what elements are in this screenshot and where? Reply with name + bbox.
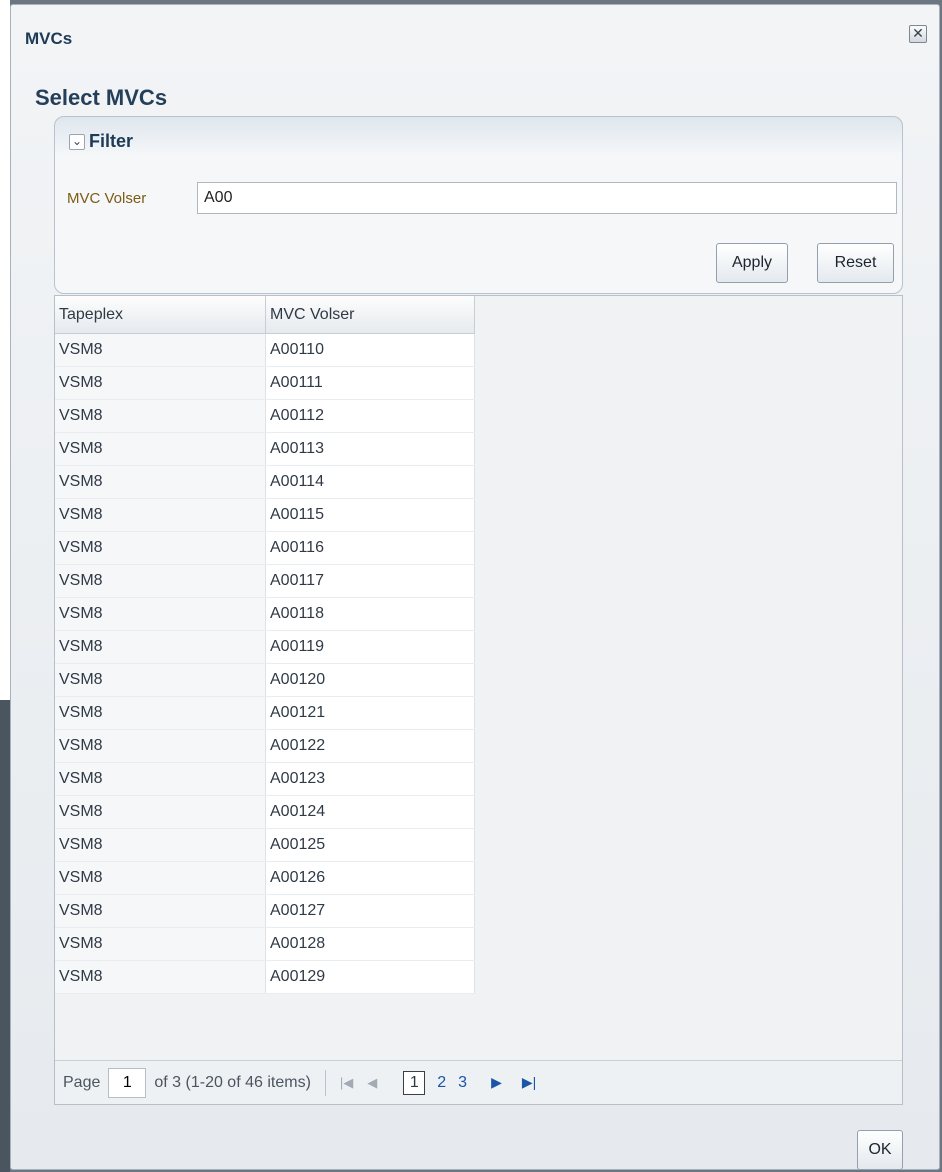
apply-button[interactable]: Apply <box>716 243 788 283</box>
table-row[interactable]: VSM8 A00121 <box>55 696 475 730</box>
table-row[interactable]: VSM8 A00111 <box>55 366 475 400</box>
cell-mvc-volser: A00113 <box>265 432 475 466</box>
background-edge <box>0 0 10 1172</box>
results-table-panel: Tapeplex MVC Volser VSM8 A00110 VSM8 A00111… <box>54 295 903 1105</box>
column-header-tapeplex[interactable]: Tapeplex <box>55 296 266 334</box>
cell-tapeplex: VSM8 <box>55 696 266 730</box>
table-row[interactable]: VSM8 A00126 <box>55 861 475 895</box>
cell-mvc-volser: A00124 <box>265 795 475 829</box>
cell-tapeplex: VSM8 <box>55 498 266 532</box>
table-row[interactable]: VSM8 A00110 <box>55 333 475 367</box>
table-row[interactable]: VSM8 A00117 <box>55 564 475 598</box>
page-number-input[interactable] <box>108 1067 147 1098</box>
cell-mvc-volser: A00122 <box>265 729 475 763</box>
table-header-row: Tapeplex MVC Volser <box>55 296 475 334</box>
cell-mvc-volser: A00117 <box>265 564 475 598</box>
table-row[interactable]: VSM8 A00118 <box>55 597 475 631</box>
cell-mvc-volser: A00123 <box>265 762 475 796</box>
dialog-title-bar[interactable]: MVCs ✕ <box>11 5 939 65</box>
table-row[interactable]: VSM8 A00120 <box>55 663 475 697</box>
cell-tapeplex: VSM8 <box>55 531 266 565</box>
first-page-icon[interactable]: |◀ <box>340 1075 353 1091</box>
cell-tapeplex: VSM8 <box>55 432 266 466</box>
page-title: Select MVCs <box>35 85 168 110</box>
cell-tapeplex: VSM8 <box>55 630 266 664</box>
column-header-mvc-volser[interactable]: MVC Volser <box>265 296 475 334</box>
cell-tapeplex: VSM8 <box>55 597 266 631</box>
cell-tapeplex: VSM8 <box>55 729 266 763</box>
cell-mvc-volser: A00120 <box>265 663 475 697</box>
cell-mvc-volser: A00121 <box>265 696 475 730</box>
cell-mvc-volser: A00114 <box>265 465 475 499</box>
page-summary: of 3 (1-20 of 46 items) <box>154 1073 311 1091</box>
table-row[interactable]: VSM8 A00124 <box>55 795 475 829</box>
table-row[interactable]: VSM8 A00119 <box>55 630 475 664</box>
filter-toggle[interactable]: ⌄ Filter <box>69 131 133 152</box>
page-label: Page <box>63 1073 101 1091</box>
previous-page-icon[interactable]: ◀ <box>367 1075 377 1091</box>
cell-mvc-volser: A00128 <box>265 927 475 961</box>
page-link-3[interactable]: 3 <box>458 1074 467 1092</box>
cell-tapeplex: VSM8 <box>55 465 266 499</box>
mvc-volser-input[interactable] <box>197 182 897 214</box>
cell-mvc-volser: A00116 <box>265 531 475 565</box>
close-icon[interactable]: ✕ <box>909 25 927 43</box>
table-row[interactable]: VSM8 A00122 <box>55 729 475 763</box>
cell-tapeplex: VSM8 <box>55 894 266 928</box>
pagination-bar: Page of 3 (1-20 of 46 items) |◀ ◀ 1 2 3 … <box>55 1060 902 1104</box>
cell-tapeplex: VSM8 <box>55 333 266 367</box>
cell-mvc-volser: A00115 <box>265 498 475 532</box>
cell-tapeplex: VSM8 <box>55 927 266 961</box>
pager-divider <box>324 1069 326 1096</box>
mvc-volser-label: MVC Volser <box>67 190 147 207</box>
page-link-current[interactable]: 1 <box>403 1070 426 1095</box>
cell-tapeplex: VSM8 <box>55 795 266 829</box>
cell-tapeplex: VSM8 <box>55 399 266 433</box>
dialog-title: MVCs <box>25 29 73 48</box>
background-edge-dark <box>0 700 10 1172</box>
cell-mvc-volser: A00118 <box>265 597 475 631</box>
cell-mvc-volser: A00125 <box>265 828 475 862</box>
table-row[interactable]: VSM8 A00112 <box>55 399 475 433</box>
cell-tapeplex: VSM8 <box>55 828 266 862</box>
cell-tapeplex: VSM8 <box>55 960 266 994</box>
chevron-down-icon[interactable]: ⌄ <box>69 133 85 150</box>
next-page-icon[interactable]: ▶ <box>491 1074 502 1091</box>
table-row[interactable]: VSM8 A00128 <box>55 927 475 961</box>
table-row[interactable]: VSM8 A00127 <box>55 894 475 928</box>
cell-tapeplex: VSM8 <box>55 366 266 400</box>
reset-button[interactable]: Reset <box>817 243 894 283</box>
table-row[interactable]: VSM8 A00123 <box>55 762 475 796</box>
table-row[interactable]: VSM8 A00116 <box>55 531 475 565</box>
cell-mvc-volser: A00127 <box>265 894 475 928</box>
cell-tapeplex: VSM8 <box>55 564 266 598</box>
mvcs-dialog: MVCs ✕ Select MVCs ⌄ Filter MVC Volser A… <box>10 4 940 1170</box>
table-row[interactable]: VSM8 A00113 <box>55 432 475 466</box>
table-row[interactable]: VSM8 A00129 <box>55 960 475 994</box>
cell-mvc-volser: A00119 <box>265 630 475 664</box>
cell-tapeplex: VSM8 <box>55 861 266 895</box>
filter-panel: ⌄ Filter MVC Volser Apply Reset <box>54 116 903 294</box>
table-body: VSM8 A00110 VSM8 A00111 VSM8 A00112 VSM8 A00113… <box>55 333 475 994</box>
ok-button[interactable]: OK <box>857 1130 903 1170</box>
results-table: Tapeplex MVC Volser VSM8 A00110 VSM8 A00111… <box>55 296 475 994</box>
cell-mvc-volser: A00129 <box>265 960 475 994</box>
filter-label[interactable]: Filter <box>89 131 133 152</box>
cell-tapeplex: VSM8 <box>55 663 266 697</box>
table-row[interactable]: VSM8 A00115 <box>55 498 475 532</box>
table-row[interactable]: VSM8 A00125 <box>55 828 475 862</box>
table-row[interactable]: VSM8 A00114 <box>55 465 475 499</box>
page-link-2[interactable]: 2 <box>437 1074 446 1092</box>
last-page-icon[interactable]: ▶| <box>522 1074 536 1091</box>
cell-mvc-volser: A00126 <box>265 861 475 895</box>
cell-tapeplex: VSM8 <box>55 762 266 796</box>
cell-mvc-volser: A00112 <box>265 399 475 433</box>
cell-mvc-volser: A00110 <box>265 333 475 367</box>
cell-mvc-volser: A00111 <box>265 366 475 400</box>
